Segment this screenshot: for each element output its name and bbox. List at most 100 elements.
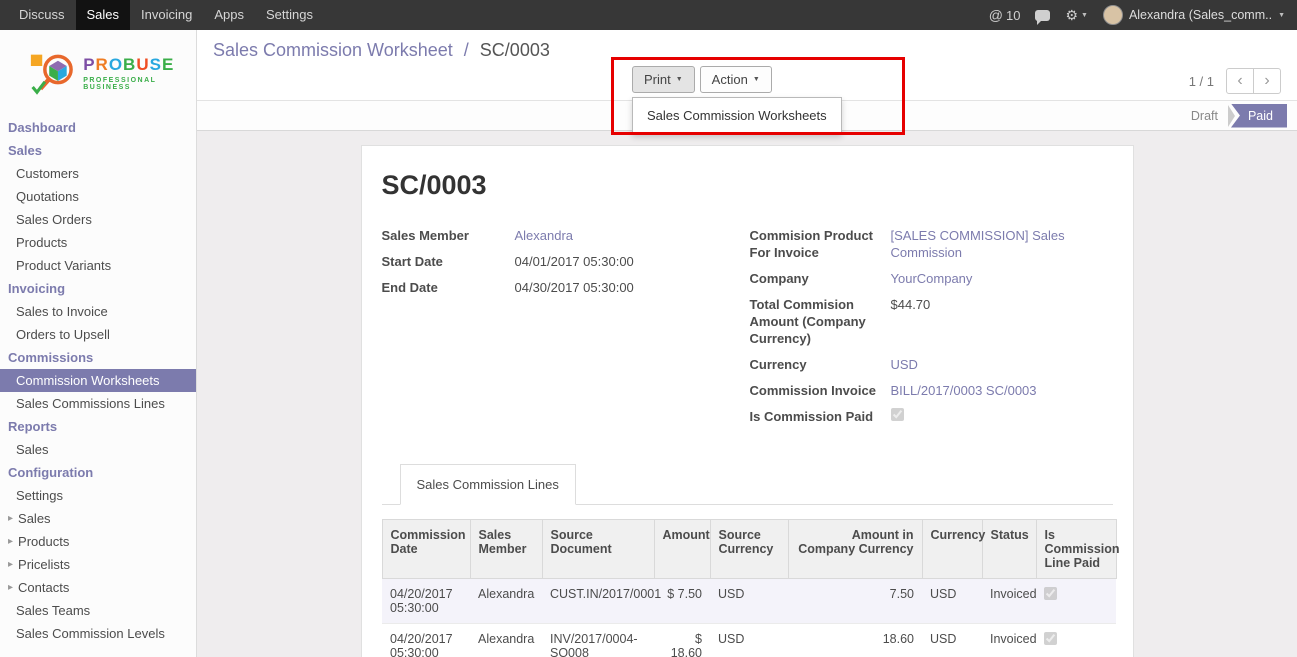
field-sales-member: Sales Member Alexandra bbox=[382, 227, 750, 244]
print-button-label: Print bbox=[644, 72, 671, 87]
action-button[interactable]: Action ▼ bbox=[700, 66, 772, 93]
dropdown-item-sales-commission-worksheets[interactable]: Sales Commission Worksheets bbox=[633, 102, 841, 129]
sidebar-item-customers[interactable]: Customers bbox=[0, 162, 196, 185]
pager-previous-button[interactable]: ‹ bbox=[1226, 68, 1254, 94]
gear-icon: ⚙ bbox=[1065, 7, 1078, 24]
sidebar-item-sales-commissions-lines[interactable]: Sales Commissions Lines bbox=[0, 392, 196, 415]
company-link[interactable]: YourCompany bbox=[891, 270, 973, 287]
cell-status: Invoiced bbox=[982, 579, 1036, 624]
sidebar-item-settings[interactable]: Settings bbox=[0, 484, 196, 507]
topbar: Discuss Sales Invoicing Apps Settings @ … bbox=[0, 0, 1297, 30]
menu-settings[interactable]: Settings bbox=[255, 0, 324, 30]
field-label: Commission Invoice bbox=[750, 382, 891, 399]
sidebar-nav: Dashboard Sales Customers Quotations Sal… bbox=[0, 114, 196, 645]
table-row[interactable]: 04/20/2017 05:30:00 Alexandra INV/2017/0… bbox=[382, 624, 1116, 657]
expand-caret-icon: ▸ bbox=[8, 582, 13, 593]
breadcrumb-separator: / bbox=[464, 40, 469, 60]
expand-caret-icon: ▸ bbox=[8, 559, 13, 570]
field-start-date: Start Date 04/01/2017 05:30:00 bbox=[382, 253, 750, 270]
sidebar-section-configuration[interactable]: Configuration bbox=[0, 461, 196, 484]
probuse-logo-text: PROBUSE PROFESSIONAL BUSINESS bbox=[83, 55, 196, 91]
logo-letter: P bbox=[83, 55, 95, 74]
print-dropdown-menu: Sales Commission Worksheets bbox=[632, 97, 842, 134]
sidebar-section-invoicing[interactable]: Invoicing bbox=[0, 277, 196, 300]
breadcrumb-parent-link[interactable]: Sales Commission Worksheet bbox=[213, 40, 453, 60]
cell-line-paid bbox=[1036, 579, 1116, 624]
sidebar-item-sales-orders[interactable]: Sales Orders bbox=[0, 208, 196, 231]
total-commission-amount-value: $44.70 bbox=[891, 296, 931, 313]
pager-next-button[interactable]: › bbox=[1253, 68, 1281, 94]
field-commission-invoice: Commission Invoice BILL/2017/0003 SC/000… bbox=[750, 382, 1113, 399]
col-header-source-currency: Source Currency bbox=[710, 520, 788, 579]
logo-letter: O bbox=[109, 55, 123, 74]
sidebar-section-sales[interactable]: Sales bbox=[0, 139, 196, 162]
field-label: Start Date bbox=[382, 253, 515, 270]
mention-counter[interactable]: @ 10 bbox=[989, 7, 1021, 23]
sidebar-item-commission-worksheets[interactable]: Commission Worksheets bbox=[0, 369, 196, 392]
sidebar-item-reports-sales[interactable]: Sales bbox=[0, 438, 196, 461]
logo-letter: B bbox=[123, 55, 136, 74]
user-menu[interactable]: Alexandra (Sales_comm.. ▼ bbox=[1103, 5, 1285, 25]
record-sheet: SC/0003 Sales Member Alexandra Start Dat… bbox=[361, 145, 1134, 657]
cell-currency: USD bbox=[922, 624, 982, 657]
action-button-label: Action bbox=[712, 72, 748, 87]
sidebar-item-sales-to-invoice[interactable]: Sales to Invoice bbox=[0, 300, 196, 323]
chevron-down-icon: ▼ bbox=[676, 76, 683, 83]
sidebar: PROBUSE PROFESSIONAL BUSINESS Dashboard … bbox=[0, 30, 197, 657]
pager-text: 1 / 1 bbox=[1189, 74, 1214, 89]
probuse-logo: PROBUSE PROFESSIONAL BUSINESS bbox=[30, 46, 196, 100]
sidebar-item-quotations[interactable]: Quotations bbox=[0, 185, 196, 208]
col-header-status: Status bbox=[982, 520, 1036, 579]
table-row[interactable]: 04/20/2017 05:30:00 Alexandra CUST.IN/20… bbox=[382, 579, 1116, 624]
menu-apps[interactable]: Apps bbox=[203, 0, 255, 30]
currency-link[interactable]: USD bbox=[891, 356, 918, 373]
sidebar-item-config-products[interactable]: ▸Products bbox=[0, 530, 196, 553]
status-draft[interactable]: Draft bbox=[1181, 105, 1228, 127]
sidebar-item-config-sales[interactable]: ▸Sales bbox=[0, 507, 196, 530]
field-groups: Sales Member Alexandra Start Date 04/01/… bbox=[382, 227, 1113, 434]
field-label: Currency bbox=[750, 356, 891, 373]
avatar bbox=[1103, 5, 1123, 25]
sales-member-link[interactable]: Alexandra bbox=[515, 227, 574, 244]
sidebar-item-contacts[interactable]: ▸ Contacts bbox=[0, 576, 196, 599]
cell-currency: USD bbox=[922, 579, 982, 624]
menu-sales[interactable]: Sales bbox=[76, 0, 131, 30]
line-paid-checkbox bbox=[1044, 632, 1057, 645]
sidebar-item-sales-commission-levels[interactable]: Sales Commission Levels bbox=[0, 622, 196, 645]
table-header-row: Commission Date Sales Member Source Docu… bbox=[382, 520, 1116, 579]
col-header-currency: Currency bbox=[922, 520, 982, 579]
field-total-commission-amount: Total Commision Amount (Company Currency… bbox=[750, 296, 1113, 347]
line-paid-checkbox bbox=[1044, 587, 1057, 600]
tab-sales-commission-lines[interactable]: Sales Commission Lines bbox=[400, 464, 576, 505]
menu-invoicing[interactable]: Invoicing bbox=[130, 0, 203, 30]
control-panel: Sales Commission Worksheet / SC/0003 Pri… bbox=[197, 30, 1297, 100]
commission-product-link[interactable]: [SALES COMMISSION] Sales Commission bbox=[891, 227, 1113, 261]
sidebar-item-pricelists[interactable]: ▸Pricelists bbox=[0, 553, 196, 576]
cell-commission-date: 04/20/2017 05:30:00 bbox=[382, 579, 470, 624]
print-button[interactable]: Print ▼ bbox=[632, 66, 695, 93]
status-arrow-icon bbox=[1228, 105, 1235, 127]
status-paid-badge[interactable]: Paid bbox=[1231, 104, 1287, 128]
notebook-tabs: Sales Commission Lines bbox=[382, 464, 1113, 505]
chat-icon[interactable] bbox=[1035, 10, 1050, 21]
chevron-down-icon: ▼ bbox=[753, 76, 760, 83]
sidebar-item-dashboard[interactable]: Dashboard bbox=[0, 116, 196, 139]
at-icon: @ bbox=[989, 7, 1003, 23]
sidebar-item-products[interactable]: Products bbox=[0, 231, 196, 254]
sidebar-item-label: Contacts bbox=[18, 580, 69, 595]
menu-discuss[interactable]: Discuss bbox=[8, 0, 76, 30]
commission-invoice-link[interactable]: BILL/2017/0003 SC/0003 bbox=[891, 382, 1037, 399]
expand-caret-icon: ▸ bbox=[8, 536, 13, 547]
chevron-down-icon: ▼ bbox=[1081, 12, 1088, 19]
sidebar-item-product-variants[interactable]: Product Variants bbox=[0, 254, 196, 277]
sidebar-section-reports[interactable]: Reports bbox=[0, 415, 196, 438]
sidebar-item-sales-teams[interactable]: Sales Teams bbox=[0, 599, 196, 622]
action-buttons: Print ▼ Action ▼ bbox=[632, 66, 772, 93]
sidebar-section-commissions[interactable]: Commissions bbox=[0, 346, 196, 369]
col-header-amount: Amount bbox=[654, 520, 710, 579]
sidebar-item-orders-to-upsell[interactable]: Orders to Upsell bbox=[0, 323, 196, 346]
debug-menu[interactable]: ⚙ ▼ bbox=[1065, 7, 1088, 24]
field-label: Company bbox=[750, 270, 891, 287]
cell-source-currency: USD bbox=[710, 624, 788, 657]
col-header-commission-date: Commission Date bbox=[382, 520, 470, 579]
